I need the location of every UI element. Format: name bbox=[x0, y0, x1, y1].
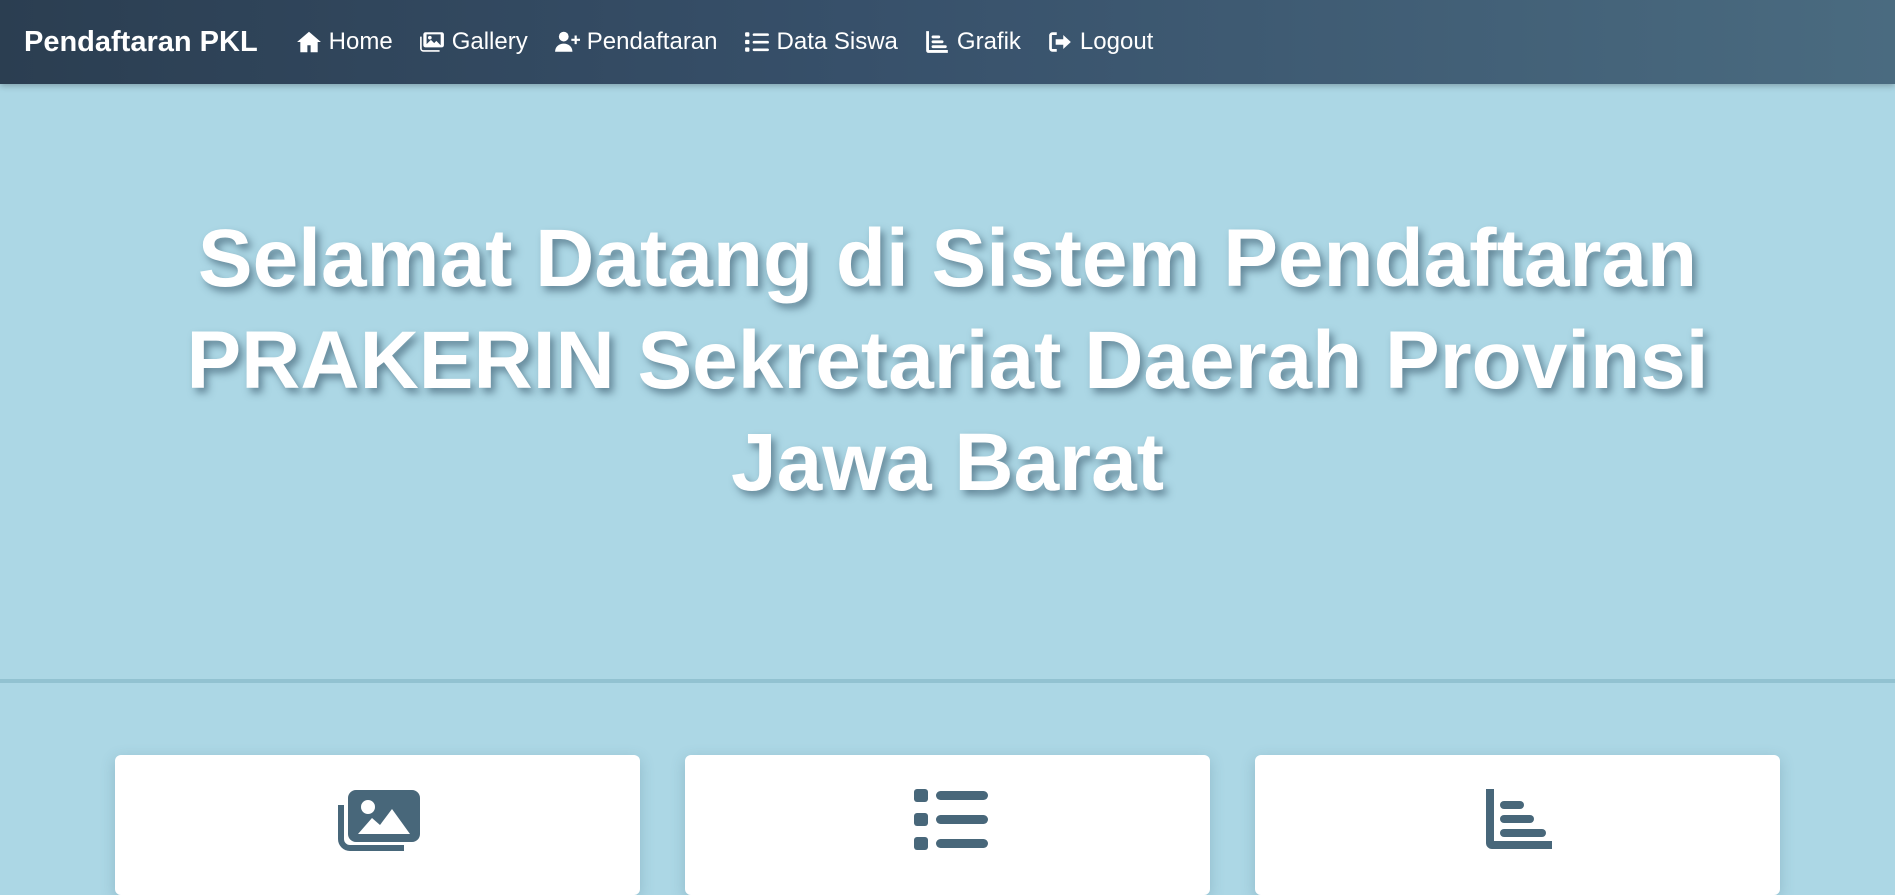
nav-home[interactable]: Home bbox=[294, 27, 393, 57]
nav-grafik-label: Grafik bbox=[956, 28, 1021, 55]
hero-title: Selamat Datang di Sistem Pendaftaran PRA… bbox=[186, 213, 1709, 508]
user-plus-icon bbox=[552, 27, 582, 57]
nav-logout[interactable]: Logout bbox=[1045, 27, 1153, 57]
nav-home-label: Home bbox=[328, 28, 393, 55]
nav-logout-label: Logout bbox=[1079, 28, 1154, 55]
top-navbar: Pendaftaran PKL Home Gallery Pendaftaran… bbox=[0, 0, 1895, 84]
nav-gallery[interactable]: Gallery bbox=[417, 27, 528, 57]
chart-icon bbox=[922, 27, 952, 57]
logout-icon bbox=[1045, 27, 1075, 57]
gallery-card[interactable] bbox=[115, 755, 640, 895]
section-divider bbox=[0, 679, 1895, 683]
nav-pendaftaran[interactable]: Pendaftaran bbox=[552, 27, 718, 57]
nav-data-siswa-label: Data Siswa bbox=[776, 28, 898, 55]
list-icon bbox=[742, 27, 772, 57]
images-icon bbox=[417, 27, 447, 57]
images-icon bbox=[336, 787, 420, 853]
brand-link[interactable]: Pendaftaran PKL bbox=[24, 26, 258, 59]
home-icon bbox=[294, 27, 324, 57]
nav-grafik[interactable]: Grafik bbox=[922, 27, 1021, 57]
nav-data-siswa[interactable]: Data Siswa bbox=[742, 27, 898, 57]
chart-icon bbox=[1476, 787, 1560, 853]
nav-pendaftaran-label: Pendaftaran bbox=[586, 28, 718, 55]
list-icon bbox=[906, 787, 990, 853]
nav-gallery-label: Gallery bbox=[451, 28, 528, 55]
data-siswa-card[interactable] bbox=[685, 755, 1210, 895]
grafik-card[interactable] bbox=[1255, 755, 1780, 895]
hero-section: Selamat Datang di Sistem Pendaftaran PRA… bbox=[0, 84, 1895, 680]
